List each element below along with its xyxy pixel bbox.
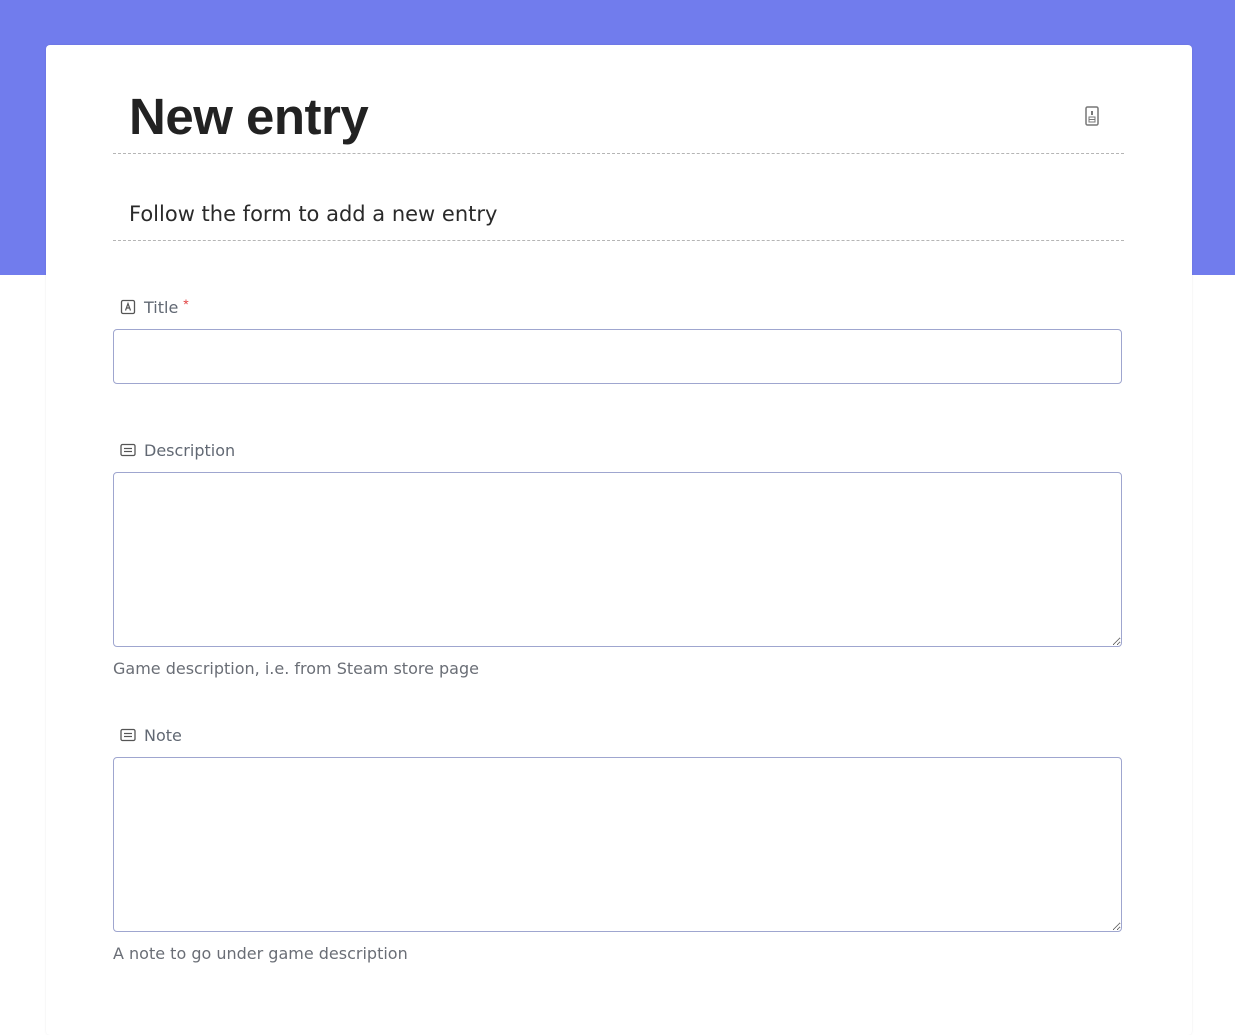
page-title: New entry — [129, 88, 369, 145]
form-icon — [1085, 106, 1099, 126]
description-help-text: Game description, i.e. from Steam store … — [113, 659, 479, 678]
note-label: Note — [144, 725, 182, 745]
text-field-icon — [120, 299, 136, 315]
title-label: Title — [144, 297, 179, 317]
note-help-text: A note to go under game description — [113, 944, 408, 963]
form-header: New entry — [113, 45, 1124, 154]
note-textarea[interactable] — [113, 757, 1122, 932]
form-card: New entry Follow the form to add a new e… — [46, 45, 1192, 1035]
page-subtitle: Follow the form to add a new entry — [129, 202, 498, 226]
description-label: Description — [144, 440, 236, 460]
title-input[interactable] — [113, 329, 1122, 384]
required-indicator: * — [183, 296, 189, 312]
note-field-label: Note — [120, 724, 182, 746]
description-textarea[interactable] — [113, 472, 1122, 647]
title-field-label: Title * — [120, 296, 189, 318]
paragraph-field-icon — [120, 443, 136, 457]
paragraph-field-icon — [120, 728, 136, 742]
description-field-label: Description — [120, 439, 235, 461]
